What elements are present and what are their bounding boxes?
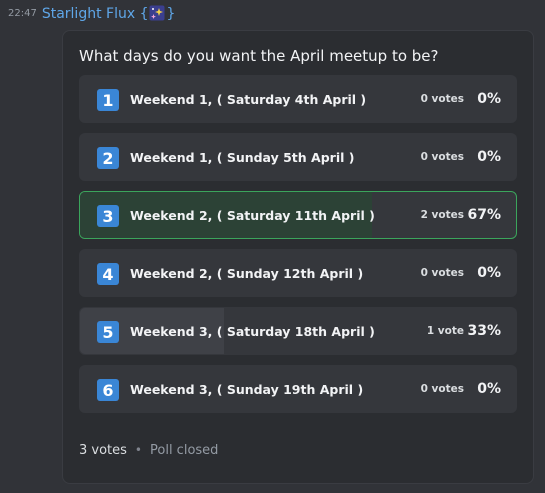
- answer-vote-count: 2 votes: [420, 209, 464, 221]
- answer-vote-count: 0 votes: [420, 151, 464, 163]
- answer-vote-count: 0 votes: [420, 383, 464, 395]
- poll-answers: 1 Weekend 1, ( Saturday 4th April ) 0 vote…: [79, 75, 517, 423]
- poll-card: What days do you want the April meetup t…: [62, 30, 534, 484]
- answer-label: Weekend 2, ( Saturday 11th April ): [130, 207, 375, 223]
- message-timestamp: 22:47: [8, 7, 37, 19]
- username-suffix: }: [166, 5, 176, 22]
- answer-percentage: 0%: [477, 91, 501, 107]
- poll-status: Poll closed: [150, 442, 219, 458]
- answer-number-icon: 2: [97, 147, 119, 169]
- answer-number-icon: 5: [97, 321, 119, 343]
- answer-percentage: 0%: [477, 381, 501, 397]
- answer-label: Weekend 2, ( Sunday 12th April ): [130, 265, 364, 281]
- poll-total-votes[interactable]: 3 votes: [79, 443, 127, 458]
- answer-percentage: 0%: [477, 265, 501, 281]
- answer-percentage: 67%: [467, 207, 501, 223]
- answer-vote-count: 1 vote: [426, 325, 464, 337]
- sparkle-emoji-icon: [149, 5, 165, 20]
- username-text: Starlight Flux {: [41, 5, 149, 22]
- answer-number-icon: 1: [97, 89, 119, 111]
- answer-percentage: 0%: [477, 149, 501, 165]
- poll-answer[interactable]: 6 Weekend 3, ( Sunday 19th April ) 0 votes…: [79, 365, 517, 413]
- answer-label: Weekend 1, ( Sunday 5th April ): [130, 149, 355, 165]
- poll-answer[interactable]: 5 Weekend 3, ( Saturday 18th April ) 1 vot…: [79, 307, 517, 355]
- answer-vote-count: 0 votes: [420, 267, 464, 279]
- answer-label: Weekend 3, ( Saturday 18th April ): [130, 323, 375, 339]
- username[interactable]: Starlight Flux { }: [41, 5, 176, 22]
- poll-answer[interactable]: 3 Weekend 2, ( Saturday 11th April ) 2 vot…: [79, 191, 517, 239]
- answer-number-icon: 3: [97, 205, 119, 227]
- answer-percentage: 33%: [467, 323, 501, 339]
- answer-label: Weekend 1, ( Saturday 4th April ): [130, 91, 367, 107]
- answer-label: Weekend 3, ( Sunday 19th April ): [130, 381, 364, 397]
- answer-number-icon: 4: [97, 263, 119, 285]
- message-header: 22:47 Starlight Flux { }: [8, 3, 175, 23]
- poll-answer[interactable]: 1 Weekend 1, ( Saturday 4th April ) 0 vote…: [79, 75, 517, 123]
- poll-answer[interactable]: 4 Weekend 2, ( Sunday 12th April ) 0 votes…: [79, 249, 517, 297]
- poll-answer[interactable]: 2 Weekend 1, ( Sunday 5th April ) 0 votes 0…: [79, 133, 517, 181]
- footer-separator: •: [134, 443, 142, 457]
- poll-question: What days do you want the April meetup t…: [79, 47, 439, 65]
- poll-footer: 3 votes • Poll closed: [79, 441, 218, 459]
- answer-vote-count: 0 votes: [420, 93, 464, 105]
- answer-number-icon: 6: [97, 379, 119, 401]
